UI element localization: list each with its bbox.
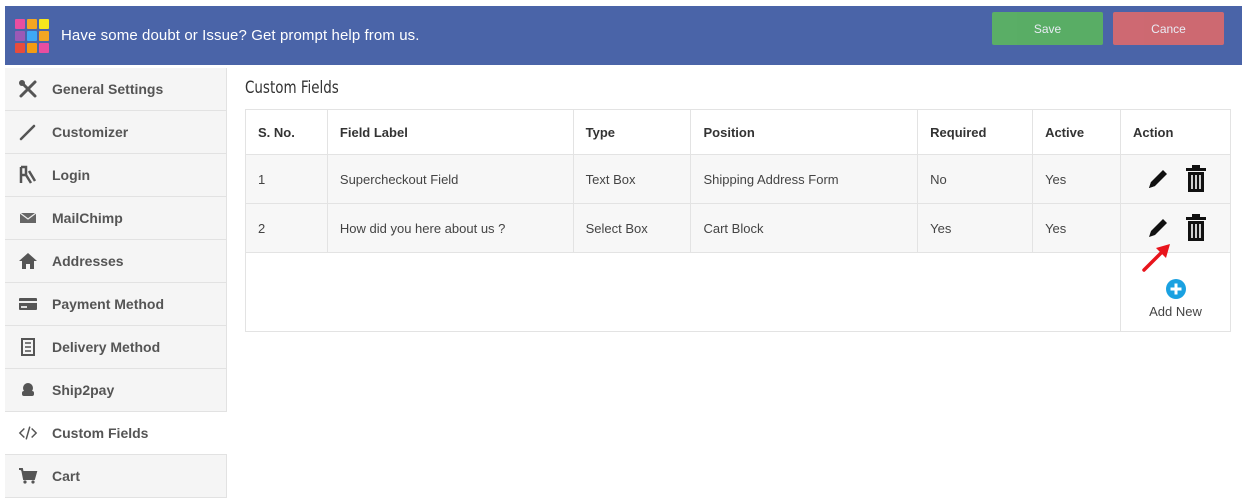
- delete-icon[interactable]: [1185, 164, 1207, 194]
- table-header-row: S. No. Field Label Type Position Require…: [245, 109, 1231, 155]
- plus-circle-icon: [1165, 279, 1186, 299]
- column-header-active: Active: [1032, 109, 1121, 155]
- sidebar-item-login[interactable]: Login: [5, 154, 227, 197]
- custom-fields-table: S. No. Field Label Type Position Require…: [245, 109, 1231, 332]
- sidebar-item-payment-method[interactable]: Payment Method: [5, 283, 227, 326]
- main-panel: Custom Fields S. No. Field Label Type Po…: [245, 72, 1231, 332]
- sidebar-item-addresses[interactable]: Addresses: [5, 240, 227, 283]
- sidebar-nav: General Settings Customizer Login MailCh…: [5, 68, 227, 500]
- save-button[interactable]: Save: [992, 12, 1103, 45]
- column-header-position: Position: [690, 109, 919, 155]
- cart-icon: [17, 465, 39, 487]
- sidebar-item-label: Payment Method: [52, 296, 165, 312]
- sidebar-item-custom-fields[interactable]: Custom Fields: [5, 412, 227, 455]
- sidebar-item-cart[interactable]: Cart: [5, 455, 227, 498]
- home-icon: [17, 250, 39, 272]
- sidebar-item-label: Ship2pay: [52, 382, 115, 398]
- column-header-action: Action: [1120, 109, 1231, 155]
- tools-icon: [17, 78, 39, 100]
- cell-required: Yes: [917, 203, 1034, 253]
- column-header-required: Required: [917, 109, 1034, 155]
- sidebar-item-label: MailChimp: [52, 210, 123, 226]
- sidebar-item-mailchimp[interactable]: MailChimp: [5, 197, 227, 240]
- cancel-button[interactable]: Cance: [1113, 12, 1224, 45]
- edit-icon[interactable]: [1145, 215, 1171, 241]
- sidebar-item-label: Delivery Method: [52, 339, 161, 355]
- cell-action: [1120, 203, 1231, 253]
- cell-required: No: [917, 154, 1034, 204]
- sidebar-item-ship2pay[interactable]: Ship2pay: [5, 369, 227, 412]
- edit-icon[interactable]: [1145, 166, 1171, 192]
- sidebar-item-label: Cart: [52, 468, 81, 484]
- delete-icon[interactable]: [1185, 213, 1207, 243]
- table-row: 1 Supercheckout Field Text Box Shipping …: [245, 154, 1231, 204]
- code-icon: [17, 422, 39, 444]
- cell-sno: 1: [245, 154, 328, 204]
- cell-field-label: How did you here about us ?: [326, 203, 574, 253]
- sidebar-item-label: Addresses: [52, 253, 124, 269]
- sidebar-item-label: Customizer: [52, 124, 129, 140]
- ship-icon: [17, 379, 39, 401]
- column-header-type: Type: [572, 109, 692, 155]
- cell-type: Text Box: [572, 154, 692, 204]
- app-grid-icon: [15, 18, 49, 53]
- cell-position: Shipping Address Form: [690, 154, 919, 204]
- cell-action: [1120, 154, 1231, 204]
- column-header-sno: S. No.: [245, 109, 328, 155]
- credit-card-icon: [17, 293, 39, 315]
- cell-add-new: Add New: [1120, 252, 1231, 332]
- cell-position: Cart Block: [690, 203, 919, 253]
- add-new-button[interactable]: Add New: [1133, 253, 1218, 331]
- sidebar-item-delivery-method[interactable]: Delivery Method: [5, 326, 227, 369]
- envelope-icon: [17, 207, 39, 229]
- delivery-icon: [17, 336, 39, 358]
- add-row: Add New: [245, 252, 1231, 332]
- top-header-bar: Have some doubt or Issue? Get prompt hel…: [5, 6, 1242, 65]
- help-message: Have some doubt or Issue? Get prompt hel…: [61, 27, 420, 44]
- cell-active: Yes: [1032, 203, 1121, 253]
- cell-active: Yes: [1032, 154, 1121, 204]
- sidebar-item-label: Login: [52, 167, 91, 183]
- table-row: 2 How did you here about us ? Select Box…: [245, 203, 1231, 253]
- cell-sno: 2: [245, 203, 328, 253]
- page-title: Custom Fields: [245, 78, 339, 98]
- sidebar-item-customizer[interactable]: Customizer: [5, 111, 227, 154]
- pencil-icon: [17, 121, 39, 143]
- cell-type: Select Box: [572, 203, 692, 253]
- cell-field-label: Supercheckout Field: [326, 154, 574, 204]
- add-new-label: Add New: [1149, 304, 1202, 319]
- sidebar-item-general-settings[interactable]: General Settings: [5, 68, 227, 111]
- sidebar-item-label: Custom Fields: [52, 425, 149, 441]
- column-header-field-label: Field Label: [326, 109, 574, 155]
- empty-cell: [245, 252, 1121, 332]
- users-icon: [17, 164, 39, 186]
- sidebar-item-label: General Settings: [52, 81, 164, 97]
